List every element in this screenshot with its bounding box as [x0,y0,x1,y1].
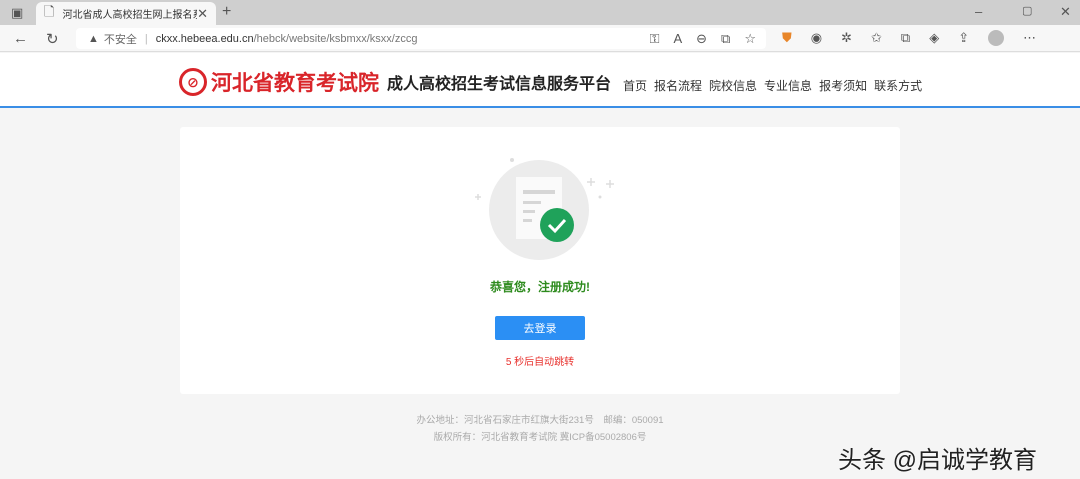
close-tab-icon[interactable]: ✕ [197,6,208,22]
new-tab-icon[interactable]: + [222,3,231,21]
address-bar-row: ← ↻ ▲ 不安全 | ckxx.hebeea.edu.cn/hebck/web… [0,25,1080,52]
browser-toolbar: ⛊ ◉ ✲ ✩ ⧉ ◈ ⇪ ⋯ [782,30,1036,46]
shield-extension-icon[interactable]: ⛊ [782,30,792,46]
redirect-countdown: 5 秒后自动跳转 [505,357,575,368]
platform-name: 成人高校招生考试信息服务平台 [387,76,612,93]
collections-icon[interactable]: ⧉ [901,30,910,46]
tab-actions-icon[interactable]: ▣ [11,5,23,21]
url-actions: ⚿ A ⊖ ⧉ ☆ [650,31,756,47]
url-host: ckxx.hebeea.edu.cn [155,32,254,45]
nav-contact[interactable]: 联系方式 [874,77,922,94]
browser-tab[interactable]: 🗋 河北省成人高校招生网上报名系统 ✕ [36,2,216,25]
close-window-icon[interactable]: ✕ [1060,4,1071,20]
success-message: 恭喜您，注册成功! [490,280,590,294]
url-divider: | [144,32,148,45]
footer-address: 办公地址：河北省石家庄市红旗大街231号 邮编：050091 [416,415,664,426]
restore-icon[interactable]: ▢ [1022,4,1032,17]
back-icon[interactable]: ← [13,30,28,47]
extension-icon[interactable]: ◉ [811,30,822,46]
favorites-icon[interactable]: ✩ [871,30,882,46]
nav-home[interactable]: 首页 [623,77,647,94]
main-nav: 首页 报名流程 院校信息 专业信息 报考须知 联系方式 [623,77,922,94]
success-document-icon [475,158,614,260]
tab-bar: ▣ 🗋 河北省成人高校招生网上报名系统 ✕ + – ▢ ✕ [0,0,1080,25]
url-input[interactable]: ▲ 不安全 | ckxx.hebeea.edu.cn/hebck/website… [76,28,766,49]
tab-title: 河北省成人高校招生网上报名系统 [62,10,197,21]
success-card: 恭喜您，注册成功! 去登录 5 秒后自动跳转 [180,127,900,394]
share-icon[interactable]: ⇪ [958,30,969,46]
extensions-icon[interactable]: ✲ [841,30,852,46]
org-name: 河北省教育考试院 [211,72,379,95]
security-label: 不安全 [103,33,137,46]
favorite-icon[interactable]: ☆ [744,31,756,47]
zoom-out-icon[interactable]: ⊖ [696,31,707,47]
site-logo[interactable]: ⊘ 河北省教育考试院 成人高校招生考试信息服务平台 [179,67,611,97]
nav-majors[interactable]: 专业信息 [764,77,812,94]
nav-notice[interactable]: 报考须知 [819,77,867,94]
page-icon: 🗋 [44,3,55,19]
watermark: 头条 @启诚学教育 [838,447,1038,474]
screenshot-icon[interactable]: ◈ [929,30,939,46]
site-header: ⊘ 河北省教育考试院 成人高校招生考试信息服务平台 首页 报名流程 院校信息 专… [0,53,1080,108]
login-button[interactable]: 去登录 [495,316,585,340]
logo-seal-icon: ⊘ [179,68,207,96]
more-icon[interactable]: ⋯ [1023,30,1036,46]
nav-schools[interactable]: 院校信息 [709,77,757,94]
app-icon[interactable]: ⧉ [721,31,730,47]
minimize-icon[interactable]: – [975,4,982,19]
warning-icon: ▲ [88,32,99,45]
url-path: /hebck/website/ksbmxx/ksxx/zccg [253,32,418,45]
avatar[interactable] [988,30,1005,46]
read-aloud-icon[interactable]: A [673,31,682,47]
refresh-icon[interactable]: ↻ [46,30,59,48]
key-icon[interactable]: ⚿ [650,31,660,47]
nav-process[interactable]: 报名流程 [654,77,702,94]
